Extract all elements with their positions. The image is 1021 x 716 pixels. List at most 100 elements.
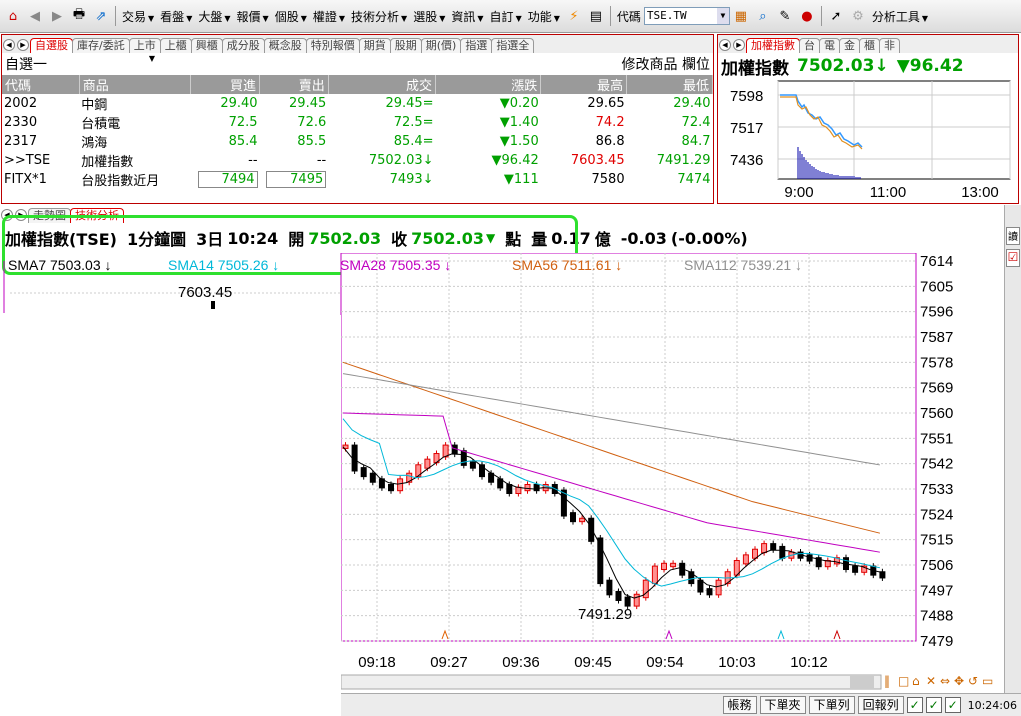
status-button[interactable]: 下單夾 xyxy=(759,696,806,714)
chart-tool-icon[interactable]: ↺ xyxy=(968,674,978,688)
chevron-down-icon: ▼ xyxy=(515,13,522,23)
column-header[interactable]: 買進 xyxy=(190,75,261,94)
tab[interactable]: 上市 xyxy=(128,38,161,53)
chart-icon[interactable]: ▦ xyxy=(732,7,750,25)
tab[interactable]: 上櫃 xyxy=(159,38,192,53)
forward-icon[interactable]: ▶ xyxy=(48,7,66,25)
tab[interactable]: 自選股 xyxy=(30,38,73,53)
tab[interactable]: 指選全 xyxy=(491,38,535,53)
menu-item[interactable]: 選股 ▼ xyxy=(410,8,448,25)
chart-tool-icon[interactable]: ✕ xyxy=(926,674,936,688)
settings-icon[interactable]: ⚙ xyxy=(849,7,867,25)
status-button[interactable]: 回報列 xyxy=(857,696,904,714)
cell-chg: ▼1.50 xyxy=(436,132,541,151)
status-button[interactable]: 下單列 xyxy=(808,696,855,714)
menu-item[interactable]: 功能 ▼ xyxy=(525,8,563,25)
column-header[interactable]: 商品 xyxy=(79,75,192,94)
high-value: 86.8 xyxy=(595,134,625,149)
scrollbar-thumb[interactable] xyxy=(850,676,874,688)
check-icon[interactable]: ✓ xyxy=(925,697,942,713)
check-icon[interactable]: ✓ xyxy=(944,697,961,713)
tab-prev-icon[interactable]: ◀ xyxy=(719,39,731,51)
menu-item[interactable]: 權證 ▼ xyxy=(310,8,348,25)
tools-icon[interactable]: ✎ xyxy=(776,7,794,25)
tab[interactable]: 非 xyxy=(879,38,900,53)
scrollbar[interactable] xyxy=(340,674,882,690)
fields-button[interactable]: 欄位 xyxy=(682,57,710,73)
home-icon[interactable]: ⌂ xyxy=(4,7,22,25)
chart-tool-icon[interactable]: ⇔ xyxy=(940,674,950,688)
menu-item[interactable]: 看盤 ▼ xyxy=(157,8,195,25)
code-label: 代碼 xyxy=(616,9,641,24)
edit-items-button[interactable]: 修改商品 xyxy=(622,57,678,73)
chart-tool-icon[interactable]: □ xyxy=(898,674,909,688)
print-icon[interactable]: 🖶 xyxy=(70,7,88,25)
group-select[interactable]: 自選一 ▼ xyxy=(5,54,155,74)
status-button[interactable]: 帳務 xyxy=(722,696,757,714)
tab-prev-icon[interactable]: ◀ xyxy=(3,39,15,51)
chart-tool-icon[interactable]: ‖ xyxy=(884,674,890,688)
chevron-down-icon[interactable]: ▼ xyxy=(716,8,729,24)
menu-item[interactable]: 個股 ▼ xyxy=(272,8,310,25)
tab[interactable]: 台 xyxy=(799,38,820,53)
tab[interactable]: 期(價) xyxy=(420,38,462,53)
cursor-icon[interactable]: ➚ xyxy=(827,7,845,25)
tab[interactable]: 電 xyxy=(819,38,840,53)
tab[interactable]: 庫存/委託 xyxy=(72,38,130,53)
menu-item[interactable]: 自訂 ▼ xyxy=(487,8,525,25)
high-candle xyxy=(211,301,215,309)
menu-item[interactable]: 大盤 ▼ xyxy=(195,8,233,25)
checkbox-icon[interactable]: ☑ xyxy=(1006,249,1020,267)
tab[interactable]: 概念股 xyxy=(263,38,307,53)
down-arrow-icon: ↓ xyxy=(874,56,889,76)
popout-icon[interactable]: ⇗ xyxy=(92,7,110,25)
tab[interactable]: 特別報價 xyxy=(305,38,360,53)
chevron-down-icon[interactable]: ▼ xyxy=(149,54,155,63)
tab[interactable]: 期貨 xyxy=(358,38,391,53)
alert-icon[interactable]: ● xyxy=(798,7,816,25)
back-icon[interactable]: ◀ xyxy=(26,7,44,25)
chart-tool-icon[interactable]: ⌂ xyxy=(912,674,920,688)
chart-tool-icon[interactable]: ▭ xyxy=(982,674,993,688)
column-header[interactable]: 代碼 xyxy=(2,75,80,94)
tab[interactable]: 金 xyxy=(839,38,860,53)
tab-next-icon[interactable]: ▶ xyxy=(17,39,29,51)
tab[interactable]: 成分股 xyxy=(221,38,265,53)
menu-item[interactable]: 報價 ▼ xyxy=(234,8,272,25)
column-header[interactable]: 成交 xyxy=(328,75,437,94)
analysis-tools-menu[interactable]: 分析工具 ▼ xyxy=(869,8,931,25)
table-row[interactable]: 2002 中鋼 29.40 29.45 29.45= ▼0.20 29.65 29.40 xyxy=(2,94,713,113)
column-header[interactable]: 賣出 xyxy=(259,75,329,94)
column-header[interactable]: 最高 xyxy=(540,75,628,94)
table-row[interactable]: >>TSE 加權指數 -- -- 7502.03↓ ▼96.42 7603.45 7491.2… xyxy=(2,151,713,170)
menu-item[interactable]: 資訊 ▼ xyxy=(448,8,486,25)
lightning-icon[interactable]: ⚡ xyxy=(565,7,583,25)
table-row[interactable]: 2317 鴻海 85.4 85.5 85.4= ▼1.50 86.8 84.7 xyxy=(2,132,713,151)
column-header[interactable]: 漲跌 xyxy=(435,75,542,94)
ask-value: 72.6 xyxy=(297,115,327,130)
name-value: 鴻海 xyxy=(81,136,108,151)
tab[interactable]: 加權指數 xyxy=(746,38,800,53)
y-tick-label: 7578 xyxy=(920,354,953,371)
candle xyxy=(624,596,631,607)
table-row[interactable]: 2330 台積電 72.5 72.6 72.5= ▼1.40 74.2 72.4 xyxy=(2,113,713,132)
tab[interactable]: 興櫃 xyxy=(190,38,223,53)
tab-next-icon[interactable]: ▶ xyxy=(733,39,745,51)
menu-item[interactable]: 技術分析 ▼ xyxy=(348,8,410,25)
side-tab[interactable]: 讀 xyxy=(1006,227,1020,245)
notepad-icon[interactable]: ▤ xyxy=(587,7,605,25)
search-icon[interactable]: ⌕ xyxy=(754,7,772,25)
table-row[interactable]: FITX*1 台股指數近月 7494 7495 7493↓ ▼111 7580 7474 xyxy=(2,170,713,189)
tab[interactable]: 櫃 xyxy=(859,38,880,53)
last-mark: = xyxy=(422,134,434,149)
chg-value: 1.40 xyxy=(509,115,539,130)
check-icon[interactable]: ✓ xyxy=(906,697,923,713)
candle xyxy=(360,467,367,478)
column-header[interactable]: 最低 xyxy=(626,75,713,94)
candle xyxy=(570,512,576,523)
tab[interactable]: 指選 xyxy=(460,38,493,53)
tab[interactable]: 股期 xyxy=(389,38,422,53)
chart-tool-icon[interactable]: ✥ xyxy=(954,674,964,688)
menu-item[interactable]: 交易 ▼ xyxy=(119,8,157,25)
code-input[interactable]: TSE.TW ▼ xyxy=(643,7,730,25)
